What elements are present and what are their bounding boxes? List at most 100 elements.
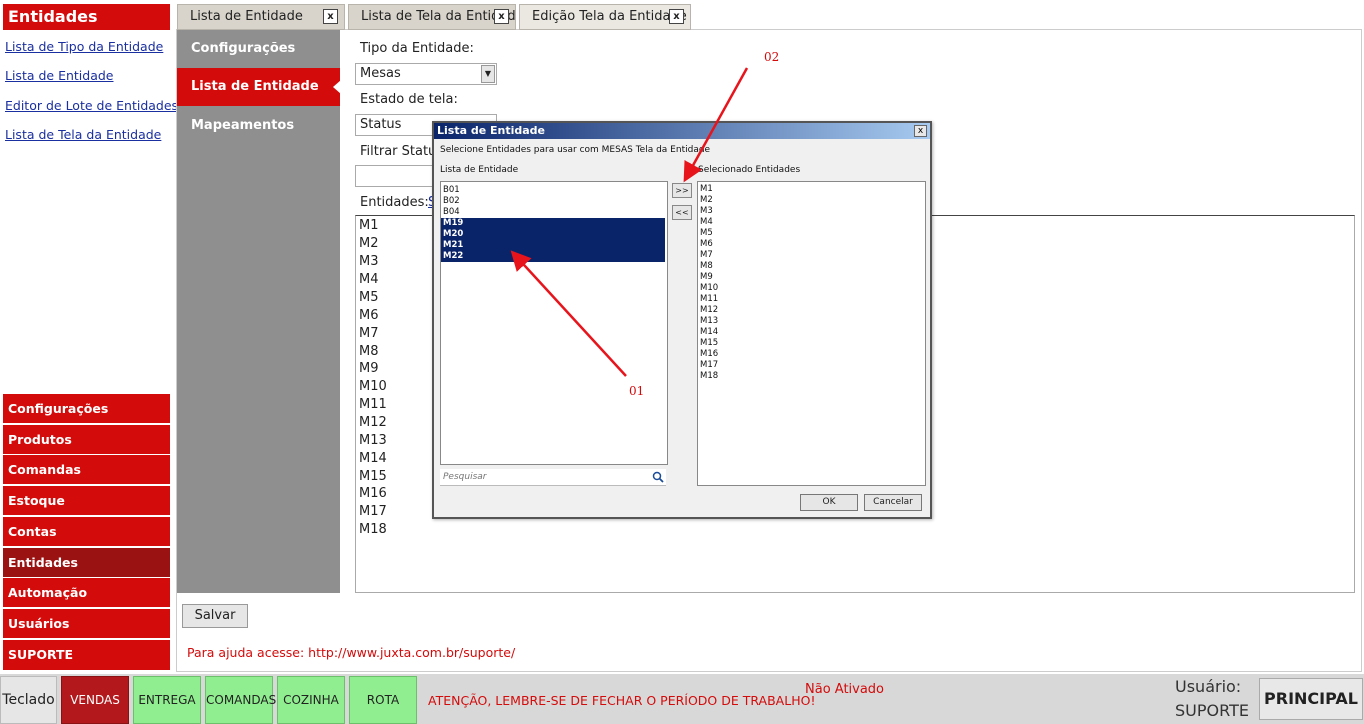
- list-item-selected[interactable]: M21: [441, 240, 665, 251]
- annotation-label-01: 01: [629, 384, 645, 398]
- list-item[interactable]: M14: [700, 327, 718, 338]
- list-item[interactable]: M9: [359, 361, 379, 376]
- list-item[interactable]: M11: [700, 294, 718, 305]
- tab-edit-entity-screen[interactable]: Edição Tela da Entidade x: [519, 4, 691, 30]
- dialog-instruction: Selecione Entidades para usar com MESAS …: [440, 145, 711, 155]
- list-item[interactable]: M17: [359, 504, 387, 519]
- list-item[interactable]: B04: [443, 207, 460, 218]
- list-item[interactable]: M14: [359, 451, 387, 466]
- list-item[interactable]: M5: [700, 228, 713, 239]
- list-item[interactable]: M5: [359, 290, 379, 305]
- tab-label: Edição Tela da Entidade: [532, 9, 687, 24]
- list-item[interactable]: M10: [359, 379, 387, 394]
- activation-status: Não Ativado: [805, 682, 885, 697]
- list-item[interactable]: M10: [700, 283, 718, 294]
- side-nav-entity-list[interactable]: Lista de Entidade: [177, 68, 341, 106]
- tab-entity-list[interactable]: Lista de Entidade x: [177, 4, 345, 30]
- search-input[interactable]: Pesquisar: [440, 469, 666, 486]
- list-item[interactable]: M13: [359, 433, 387, 448]
- add-to-selected-button[interactable]: >>: [672, 183, 692, 198]
- search-icon[interactable]: [652, 471, 664, 483]
- list-item[interactable]: M15: [700, 338, 718, 349]
- entities-label: Entidades:: [360, 195, 429, 210]
- list-item[interactable]: M8: [700, 261, 713, 272]
- save-button[interactable]: Salvar: [182, 604, 248, 628]
- side-nav-general-settings[interactable]: Configurações Gerais: [177, 30, 340, 94]
- list-item[interactable]: M15: [359, 469, 387, 484]
- side-nav-mappings[interactable]: Mapeamentos: [177, 107, 340, 145]
- screen-state-label: Estado de tela:: [360, 92, 458, 107]
- warning-message: ATENÇÃO, LEMBRE-SE DE FECHAR O PERÍODO D…: [428, 693, 816, 708]
- selected-entity-list[interactable]: M1 M2 M3 M4 M5 M6 M7 M8 M9 M10 M11 M12 M…: [697, 181, 926, 486]
- side-nav-label: Lista de Entidade: [191, 79, 319, 94]
- close-icon[interactable]: x: [914, 125, 927, 137]
- list-item[interactable]: M16: [359, 486, 387, 501]
- tab-label: Lista de Entidade: [190, 9, 303, 24]
- list-item[interactable]: M13: [700, 316, 718, 327]
- filter-status-input[interactable]: [355, 165, 435, 187]
- list-item[interactable]: M1: [700, 184, 713, 195]
- list-item[interactable]: M3: [700, 206, 713, 217]
- list-item[interactable]: M6: [359, 308, 379, 323]
- keyboard-button[interactable]: Teclado: [0, 676, 57, 724]
- vendas-button[interactable]: VENDAS: [61, 676, 129, 724]
- panel-title: Entidades: [3, 4, 170, 30]
- list-item[interactable]: M3: [359, 254, 379, 269]
- remove-from-selected-button[interactable]: <<: [672, 205, 692, 220]
- menu-contas[interactable]: Contas: [3, 517, 170, 547]
- list-item[interactable]: M17: [700, 360, 718, 371]
- list-item-selected[interactable]: M19: [441, 218, 665, 229]
- list-item[interactable]: M9: [700, 272, 713, 283]
- menu-entidades[interactable]: Entidades: [3, 548, 170, 578]
- menu-produtos[interactable]: Produtos: [3, 425, 170, 455]
- list-item[interactable]: M18: [700, 371, 718, 382]
- list-item[interactable]: M7: [700, 250, 713, 261]
- link-entity-list[interactable]: Lista de Entidade: [5, 68, 114, 83]
- list-item[interactable]: M7: [359, 326, 379, 341]
- link-batch-editor[interactable]: Editor de Lote de Entidades: [5, 98, 178, 113]
- menu-configuracoes[interactable]: Configurações: [3, 394, 170, 424]
- list-item[interactable]: M8: [359, 344, 379, 359]
- ok-button[interactable]: OK: [800, 494, 858, 511]
- list-item[interactable]: M12: [700, 305, 718, 316]
- close-icon[interactable]: x: [323, 9, 338, 24]
- list-item[interactable]: M2: [700, 195, 713, 206]
- list-item[interactable]: B02: [443, 196, 460, 207]
- menu-comandas[interactable]: Comandas: [3, 455, 170, 485]
- list-item[interactable]: M16: [700, 349, 718, 360]
- list-item[interactable]: M4: [700, 217, 713, 228]
- entity-selection-dialog: Lista de Entidade x Selecione Entidades …: [432, 121, 932, 519]
- user-label: Usuário:: [1175, 677, 1242, 696]
- chevron-down-icon: ▼: [481, 65, 495, 83]
- available-entity-list[interactable]: B01 B02 B04 M19 M20 M21 M22: [440, 181, 668, 465]
- list-item[interactable]: M2: [359, 236, 379, 251]
- entity-type-select[interactable]: Mesas ▼: [355, 63, 497, 85]
- select-value: Mesas: [360, 66, 401, 81]
- filter-status-label: Filtrar Status: [360, 144, 444, 159]
- list-item[interactable]: M11: [359, 397, 387, 412]
- menu-suporte[interactable]: SUPORTE: [3, 640, 170, 671]
- comandas-button[interactable]: COMANDAS: [205, 676, 276, 724]
- list-item[interactable]: B01: [443, 185, 460, 196]
- entrega-button[interactable]: ENTREGA: [133, 676, 201, 724]
- list-item[interactable]: M12: [359, 415, 387, 430]
- list-item-selected[interactable]: M22: [441, 251, 665, 262]
- close-icon[interactable]: x: [669, 9, 684, 24]
- rota-button[interactable]: ROTA: [349, 676, 417, 724]
- cancel-button[interactable]: Cancelar: [864, 494, 922, 511]
- list-item-selected[interactable]: M20: [441, 229, 665, 240]
- list-item[interactable]: M18: [359, 522, 387, 537]
- menu-automacao[interactable]: Automação: [3, 578, 170, 608]
- list-item[interactable]: M4: [359, 272, 379, 287]
- menu-estoque[interactable]: Estoque: [3, 486, 170, 516]
- cozinha-button[interactable]: COZINHA: [277, 676, 345, 724]
- list-item[interactable]: M6: [700, 239, 713, 250]
- principal-button[interactable]: PRINCIPAL: [1259, 678, 1363, 720]
- link-entity-type-list[interactable]: Lista de Tipo da Entidade: [5, 39, 163, 54]
- pointer-arrow-icon: [333, 80, 341, 94]
- menu-usuarios[interactable]: Usuários: [3, 609, 170, 639]
- link-entity-screen-list[interactable]: Lista de Tela da Entidade: [5, 127, 161, 142]
- close-icon[interactable]: x: [494, 9, 509, 24]
- list-item[interactable]: M1: [359, 218, 379, 233]
- tab-entity-screen-list[interactable]: Lista de Tela da Entidade x: [348, 4, 516, 30]
